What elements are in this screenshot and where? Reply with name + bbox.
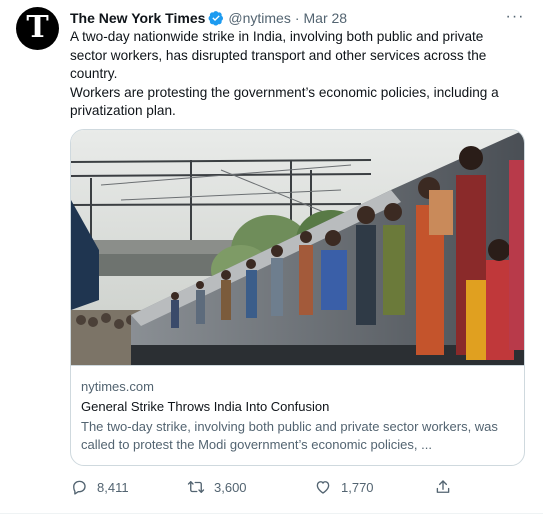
nyt-logo: T [26,9,49,45]
card-title[interactable]: General Strike Throws India Into Confusi… [81,398,514,416]
avatar[interactable]: T [16,7,59,50]
link-card[interactable]: nytimes.com General Strike Throws India … [70,129,525,466]
card-domain: nytimes.com [81,379,154,394]
like-button[interactable]: 1,770 [314,478,374,496]
tweet-date[interactable]: Mar 28 [304,10,348,26]
train-photo [71,130,524,365]
tweet-header: The New York Times @nytimes · Mar 28 ··· [70,8,527,28]
tweet-text: A two-day nationwide strike in India, in… [70,28,510,121]
card-description: The two-day strike, involving both publi… [81,419,498,452]
like-count: 1,770 [341,479,374,495]
tweet-text-paragraph: Workers are protesting the government’s … [70,84,499,119]
card-image-train-strike[interactable] [71,130,524,366]
separator-dot: · [294,10,300,26]
heart-icon [316,481,330,494]
share-button[interactable] [434,478,452,496]
reply-button[interactable]: 8,411 [70,478,129,496]
tweet[interactable]: T The New York Times @nytimes · Mar 28 ·… [0,0,543,514]
reply-icon [73,480,86,495]
card-text: nytimes.com General Strike Throws India … [81,378,514,454]
reply-count: 8,411 [97,479,129,495]
author-handle[interactable]: @nytimes [228,10,290,26]
share-icon [436,480,450,493]
retweet-icon [187,481,205,493]
verified-badge-icon [208,11,224,26]
tweet-actions: 8,411 3,600 1,770 [70,478,470,498]
retweet-count: 3,600 [214,479,247,495]
more-icon[interactable]: ··· [503,6,527,28]
tweet-text-paragraph: A two-day nationwide strike in India, in… [70,29,487,81]
author-name[interactable]: The New York Times [70,10,205,26]
retweet-button[interactable]: 3,600 [187,478,247,496]
